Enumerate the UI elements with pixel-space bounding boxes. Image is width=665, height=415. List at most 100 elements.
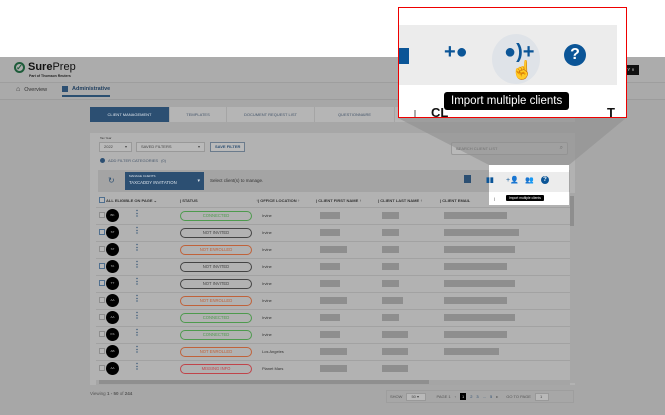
page-1[interactable]: 1 xyxy=(459,393,467,400)
row-checkbox[interactable] xyxy=(99,280,105,286)
redacted-last-name xyxy=(382,296,403,304)
redacted-last-name xyxy=(382,279,399,287)
search-client-input[interactable]: SEARCH CLIENT LIST ⌕ xyxy=(451,142,568,155)
col-status[interactable]: | STATUS ↑ xyxy=(180,194,258,207)
add-client-icon-large[interactable]: +● xyxy=(444,41,468,64)
columns-icon-large[interactable] xyxy=(399,48,412,64)
more-options-icon[interactable]: ⋮ xyxy=(133,209,141,218)
sureprep-logo[interactable]: ✓ SurePrep xyxy=(14,61,76,73)
row-checkbox[interactable] xyxy=(99,212,105,218)
col-client-last-name[interactable]: | CLIENT LAST NAME ↑ xyxy=(378,194,440,207)
col-client-first-name[interactable]: | CLIENT FIRST NAME ↑ xyxy=(316,194,378,207)
page-3[interactable]: 3 xyxy=(476,394,478,399)
redacted-last-name xyxy=(382,245,399,253)
import-multiple-clients-icon[interactable]: 👥 xyxy=(525,176,534,184)
page-size-select[interactable]: 50 ▾ xyxy=(406,392,427,401)
horizontal-scrollbar[interactable] xyxy=(96,380,570,385)
vertical-scrollbar[interactable] xyxy=(570,193,575,383)
row-checkbox[interactable] xyxy=(99,314,105,320)
redacted-last-name xyxy=(382,313,399,321)
row-checkbox[interactable] xyxy=(99,246,105,252)
search-icon[interactable]: ⌕ xyxy=(560,143,563,154)
table-row[interactable]: ST ⋮ NOT ENROLLED Irvine xyxy=(96,240,570,258)
saved-filters-select[interactable]: SAVED FILTERS ▾ xyxy=(136,142,205,152)
more-options-icon[interactable]: ⋮ xyxy=(133,362,141,371)
more-options-icon[interactable]: ⋮ xyxy=(133,277,141,286)
next-page-icon[interactable]: ▸ xyxy=(496,394,498,399)
help-icon[interactable]: ? xyxy=(541,176,549,184)
table-row[interactable]: TA ⋮ NOT INVITED Irvine xyxy=(96,257,570,275)
col-label: STATUS xyxy=(182,197,198,203)
table-row[interactable]: BK ⋮ CONNECTED Irvine xyxy=(96,206,570,224)
nav-overview-label: Overview xyxy=(24,86,48,93)
row-checkbox[interactable] xyxy=(99,348,105,354)
more-options-icon[interactable]: ⋮ xyxy=(133,260,141,269)
office-location: Irvine xyxy=(258,308,316,326)
outlook-icon[interactable] xyxy=(464,175,471,183)
status-badge: NOT ENROLLED xyxy=(180,295,252,306)
add-client-icon[interactable]: +👤 xyxy=(506,176,519,184)
col-label: OFFICE LOCATION xyxy=(260,197,297,203)
table-row[interactable]: ST ⋮ NOT INVITED Irvine xyxy=(96,223,570,241)
table-row[interactable]: KS ⋮ CONNECTED Irvine xyxy=(96,325,570,343)
row-checkbox[interactable] xyxy=(99,297,105,303)
page-2[interactable]: 2 xyxy=(470,394,472,399)
more-options-icon[interactable]: ⋮ xyxy=(133,311,141,320)
hand-cursor-icon: ☝ xyxy=(511,60,534,80)
add-filter-categories-button[interactable]: ADD FILTER CATEGORIES (0) xyxy=(100,158,166,163)
tab-client-management[interactable]: CLIENT MANAGEMENT xyxy=(90,107,170,122)
more-options-icon[interactable]: ⋮ xyxy=(133,226,141,235)
table-row[interactable]: AA ⋮ MISSING INFO Planet Mars xyxy=(96,359,570,377)
prev-page-icon[interactable]: ‹ xyxy=(455,394,456,399)
home-icon: ⌂ xyxy=(16,86,21,93)
caret-down-icon: ▾ xyxy=(197,144,200,149)
page-5[interactable]: 5 xyxy=(490,394,492,399)
columns-icon[interactable]: ▮▮ xyxy=(486,176,494,184)
select-all-checkbox[interactable] xyxy=(99,196,105,203)
save-filter-button[interactable]: SAVE FILTER xyxy=(210,142,246,152)
tab-templates[interactable]: TEMPLATES xyxy=(170,107,227,122)
tab-document-request-list[interactable]: DOCUMENT REQUEST LIST xyxy=(227,107,315,122)
search-placeholder: SEARCH CLIENT LIST xyxy=(456,146,498,151)
tab-questionnaire[interactable]: QUESTIONNAIRE xyxy=(315,107,395,122)
refresh-icon[interactable]: ↻ xyxy=(108,176,115,185)
col-office-location[interactable]: | OFFICE LOCATION ↑ xyxy=(258,194,316,207)
avatar: AA xyxy=(106,362,119,376)
import-multiple-clients-tooltip: Import multiple clients xyxy=(444,92,570,110)
office-location: Irvine xyxy=(258,291,316,309)
more-options-icon[interactable]: ⋮ xyxy=(133,294,141,303)
more-options-icon[interactable]: ⋮ xyxy=(133,328,141,337)
row-checkbox[interactable] xyxy=(99,229,105,235)
saved-filters-value: SAVED FILTERS xyxy=(141,144,172,149)
more-options-icon[interactable]: ⋮ xyxy=(133,243,141,252)
redacted-last-name xyxy=(382,228,399,236)
table-row[interactable]: AA ⋮ CONNECTED Irvine xyxy=(96,308,570,326)
table-row[interactable]: AB ⋮ NOT ENROLLED Los Angeles xyxy=(96,342,570,360)
nav-overview[interactable]: ⌂ Overview xyxy=(16,86,47,93)
avatar: AB xyxy=(106,345,119,358)
manage-clients-select[interactable]: MANAGE CLIENTS TAXCADDY INVITATION ▾ xyxy=(125,172,204,190)
table-row[interactable]: AA ⋮ NOT ENROLLED Irvine xyxy=(96,291,570,309)
nav-administrative[interactable]: Administrative xyxy=(62,86,111,97)
col-label: ALL ELIGIBLE ON PAGE xyxy=(106,197,153,203)
redacted-email xyxy=(444,296,507,304)
row-checkbox[interactable] xyxy=(99,263,105,269)
table-row[interactable]: TT ⋮ NOT INVITED Irvine xyxy=(96,274,570,292)
help-icon-large[interactable]: ? xyxy=(564,44,586,66)
page-label: PAGE 1 xyxy=(436,394,451,399)
row-checkbox[interactable] xyxy=(99,365,105,372)
col-all-eligible[interactable]: ALL ELIGIBLE ON PAGE ⌄ xyxy=(106,194,180,207)
redacted-first-name xyxy=(320,296,347,304)
import-tooltip-small: Import multiple clients xyxy=(506,195,544,201)
tax-year-select[interactable]: 2022 ▾ xyxy=(99,142,132,152)
page-size-value: 50 xyxy=(411,393,416,399)
brand-subtitle: Part of Thomson Reuters xyxy=(29,74,71,78)
redacted-email xyxy=(444,262,507,270)
viewing-count: Viewing 1 - 50 of 244 xyxy=(90,391,132,396)
show-label: SHOW xyxy=(390,394,403,399)
goto-page-input[interactable]: 1 xyxy=(534,392,549,401)
row-checkbox[interactable] xyxy=(99,331,105,337)
status-badge: MISSING INFO xyxy=(180,363,252,374)
more-options-icon[interactable]: ⋮ xyxy=(133,345,141,354)
redacted-first-name xyxy=(320,279,340,287)
